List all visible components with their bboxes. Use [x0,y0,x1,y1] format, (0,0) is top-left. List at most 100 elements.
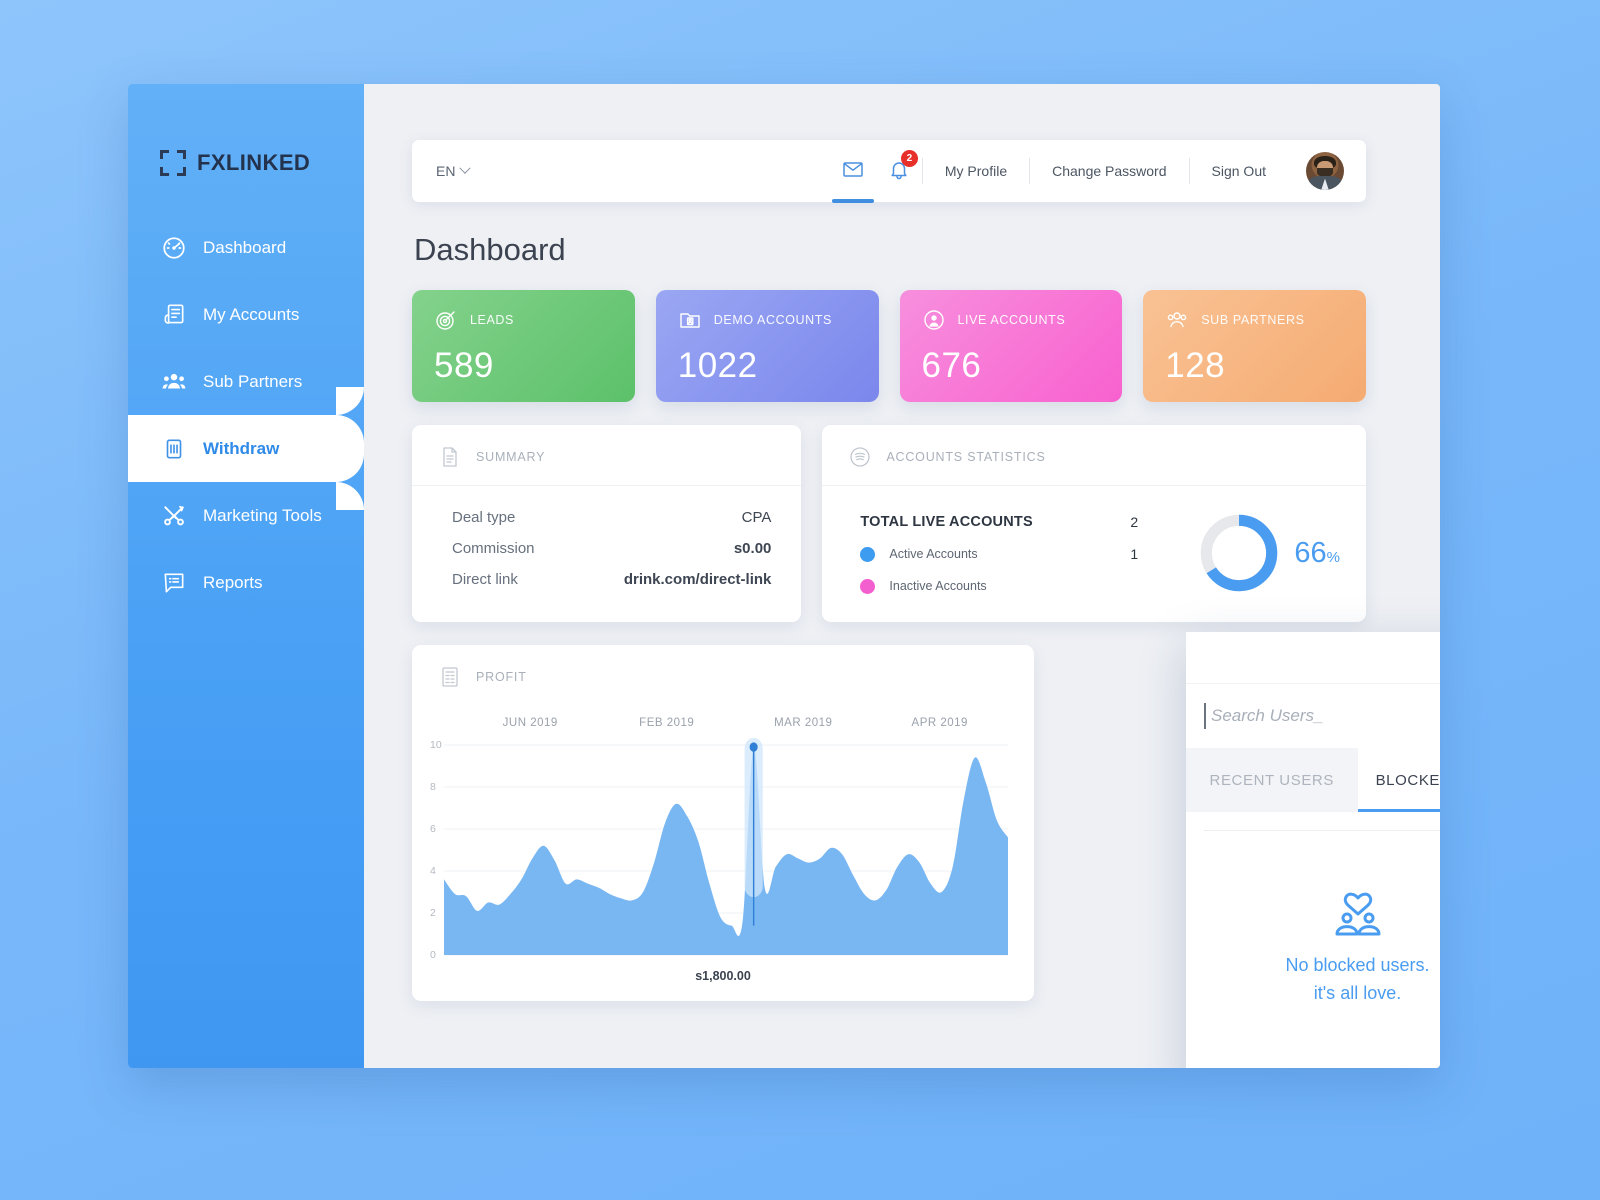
brand-name: FXLINKED [197,150,311,175]
stat-label: SUB PARTNERS [1201,313,1305,327]
chevron-down-icon [459,162,472,174]
group-icon [161,369,187,395]
y-tick-label: 0 [430,949,436,961]
withdraw-icon [161,436,187,462]
sign-out-link[interactable]: Sign Out [1190,163,1288,179]
gauge-value: 66 [1294,536,1327,569]
avatar[interactable] [1306,152,1344,190]
change-password-link[interactable]: Change Password [1030,163,1188,179]
target-icon [434,308,458,332]
gauge-group: 66% [1196,510,1340,596]
profit-title: PROFIT [476,670,527,684]
stat-value: 676 [921,346,982,385]
tab-blocked-users[interactable]: BLOCKED USERS [1357,748,1440,812]
stat-label: DEMO ACCOUNTS [713,313,832,327]
y-tick-label: 4 [430,865,436,877]
sidebar-item-label: Withdraw [203,438,280,458]
stat-card-live-accounts[interactable]: LIVE ACCOUNTS 676 [899,290,1123,402]
gauge-donut [1196,510,1282,596]
summary-key: Commission [452,540,535,557]
accounts-icon [161,302,187,328]
report-icon [438,665,462,689]
users-panel-tabs: RECENT USERS BLOCKED USERS [1186,748,1440,812]
stat-card-demo-accounts[interactable]: DEMO ACCOUNTS 1022 [655,290,879,402]
tools-icon [161,503,187,529]
profit-chart[interactable]: JUN 2019 FEB 2019 MAR 2019 APR 2019 0 2 4 6… [430,717,1016,965]
sidebar-item-my-accounts[interactable]: My Accounts [128,281,364,348]
notifications-button[interactable]: 2 [876,140,922,202]
x-tick-label: FEB 2019 [639,717,695,729]
summary-rows: Deal type CPA Commission s0.00 Direct li… [412,486,801,615]
accounts-statistics-body: TOTAL LIVE ACCOUNTS Active Accounts Inac… [822,486,1366,622]
summary-key: Direct link [452,571,518,588]
profit-card: PROFIT JUN 2019 FEB 2019 MAR 2019 APR 20… [412,645,1034,1001]
sidebar-item-label: Marketing Tools [203,505,322,525]
legend-label-inactive: Inactive Accounts [889,579,987,593]
stat-value: 589 [434,346,494,385]
app-window: FXLINKED Dashboard My Accounts Sub Partn… [128,84,1440,1068]
notification-badge: 2 [900,150,918,167]
x-tick-label: MAR 2019 [774,717,833,729]
stat-cards: LEADS 589 DEMO ACCOUNTS 1022 LIVE ACCOUN… [412,290,1366,402]
speedometer-icon [161,235,187,261]
chart-x-labels: JUN 2019 FEB 2019 MAR 2019 APR 2019 [462,717,1008,729]
sidebar-item-reports[interactable]: Reports [128,549,364,616]
sidebar-item-label: Sub Partners [203,371,303,391]
legend-dot-inactive [860,578,876,594]
x-tick-label: APR 2019 [911,717,968,729]
total-live-accounts-label: TOTAL LIVE ACCOUNTS [860,514,1033,530]
mail-button[interactable] [830,140,876,203]
tab-label: RECENT USERS [1209,771,1334,789]
my-profile-link[interactable]: My Profile [923,163,1029,179]
users-panel-header [1186,632,1440,684]
stat-card-sub-partners[interactable]: SUB PARTNERS 128 [1143,290,1366,402]
mail-icon [841,157,865,186]
legend-label-active: Active Accounts [889,547,978,561]
stat-label: LIVE ACCOUNTS [957,313,1066,327]
idcard-icon [678,308,702,332]
info-cards-row: SUMMARY Deal type CPA Commission s0.00 D… [412,425,1366,622]
language-selector[interactable]: EN [436,162,472,179]
summary-card: SUMMARY Deal type CPA Commission s0.00 D… [412,425,802,622]
topbar: EN 2 My Profile Change Password Sign Out [412,140,1366,203]
topbar-actions: 2 My Profile Change Password Sign Out [830,140,1344,203]
sidebar-item-dashboard[interactable]: Dashboard [128,214,364,281]
sidebar-nav: Dashboard My Accounts Sub Partners Withd… [128,214,364,616]
search-input[interactable] [1211,706,1440,726]
stat-value: 128 [1165,346,1226,385]
stat-value: 1022 [677,346,758,385]
empty-line-2: it's all love. [1313,982,1402,1003]
page-title: Dashboard [414,232,566,267]
sidebar-item-label: Reports [203,572,263,592]
y-tick-label: 8 [430,781,436,793]
sidebar-item-label: My Accounts [203,304,300,324]
accounts-values: 2 1 [1130,506,1190,602]
sidebar-item-marketing-tools[interactable]: Marketing Tools [128,482,364,549]
y-tick-label: 10 [430,739,442,751]
legend-value-active: 1 [1130,546,1139,562]
accounts-statistics-title: ACCOUNTS STATISTICS [886,450,1046,464]
x-tick-label: JUN 2019 [502,717,558,729]
text-cursor [1204,703,1206,729]
stat-card-leads[interactable]: LEADS 589 [412,290,635,402]
language-label: EN [436,163,456,179]
profit-value-label: s1,800.00 [695,969,751,983]
summary-value: CPA [741,509,772,526]
sidebar-item-sub-partners[interactable]: Sub Partners [128,348,364,415]
summary-row: Direct link drink.com/direct-link [452,564,771,595]
summary-value[interactable]: drink.com/direct-link [624,571,772,588]
summary-row: Commission s0.00 [452,533,771,564]
sidebar-item-withdraw[interactable]: Withdraw [128,387,364,510]
blocked-users-empty-icon [1321,876,1395,938]
y-tick-label: 6 [430,823,436,835]
brand-logo: FXLINKED [128,150,364,176]
summary-title: SUMMARY [476,450,546,464]
sidebar-item-label: Dashboard [203,237,287,257]
tab-recent-users[interactable]: RECENT USERS [1186,748,1358,812]
summary-key: Deal type [452,509,516,526]
reports-icon [161,570,187,596]
empty-state-text: No blocked users. it's all love. [1285,952,1429,1008]
brackets-icon [160,150,186,176]
stats-icon [848,445,872,469]
document-icon [438,445,462,469]
